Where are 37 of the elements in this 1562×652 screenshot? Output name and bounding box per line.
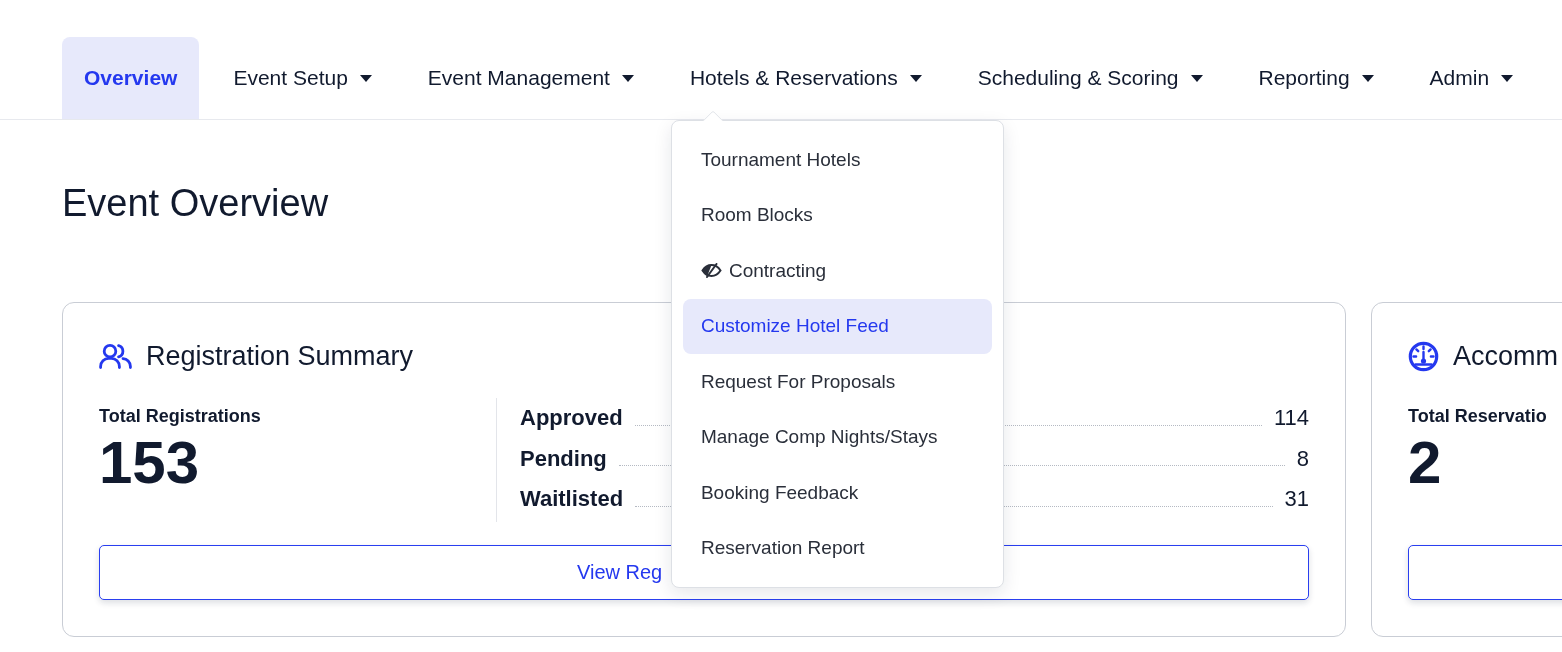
menu-item[interactable]: Room Blocks — [682, 187, 992, 243]
page-title: Event Overview — [62, 181, 329, 226]
nav-tab[interactable]: Reporting — [1236, 37, 1396, 119]
nav-tab[interactable]: Event Management — [405, 37, 656, 119]
people-icon — [99, 343, 132, 369]
menu-item[interactable]: Customize Hotel Feed — [682, 298, 992, 354]
nav-tab[interactable]: Admin — [1407, 37, 1536, 119]
breakdown-value: 31 — [1284, 486, 1309, 513]
menu-item[interactable]: Tournament Hotels — [682, 132, 992, 188]
nav-tab[interactable]: Hotels & Reservations — [667, 37, 944, 119]
menu-item[interactable]: Manage Comp Nights/Stays — [682, 409, 992, 465]
caret-icon — [909, 74, 922, 82]
nav-tab[interactable]: Event Setup — [211, 37, 394, 119]
breakdown-label: Pending — [520, 445, 607, 472]
eye-slash-icon — [700, 263, 722, 279]
caret-icon — [1190, 74, 1203, 82]
caret-icon — [1501, 74, 1514, 82]
caret-icon — [359, 74, 372, 82]
breakdown-label: Waitlisted — [520, 486, 624, 513]
caret-icon — [1361, 74, 1374, 82]
breakdown-value: 8 — [1296, 445, 1309, 472]
card-title: Accomm — [1453, 340, 1558, 372]
total-value: 2 — [1408, 431, 1442, 495]
menu-item[interactable]: Reservation Report — [682, 520, 992, 576]
total-label: Total Reservatio — [1408, 405, 1547, 427]
caret-icon — [621, 74, 634, 82]
nav-tab[interactable]: Overview — [62, 37, 200, 119]
total-value: 153 — [99, 431, 200, 495]
menu-item[interactable]: Request For Proposals — [682, 354, 992, 410]
menu-item[interactable]: Contracting — [682, 243, 992, 299]
breakdown-label: Approved — [520, 405, 623, 432]
nav-tab[interactable]: Scheduling & Scoring — [955, 37, 1225, 119]
gauge-icon — [1408, 340, 1439, 372]
breakdown-value: 114 — [1273, 405, 1309, 432]
card-title: Registration Summary — [146, 340, 414, 372]
total-label: Total Registrations — [99, 405, 261, 427]
menu-item[interactable]: Booking Feedback — [682, 465, 992, 521]
